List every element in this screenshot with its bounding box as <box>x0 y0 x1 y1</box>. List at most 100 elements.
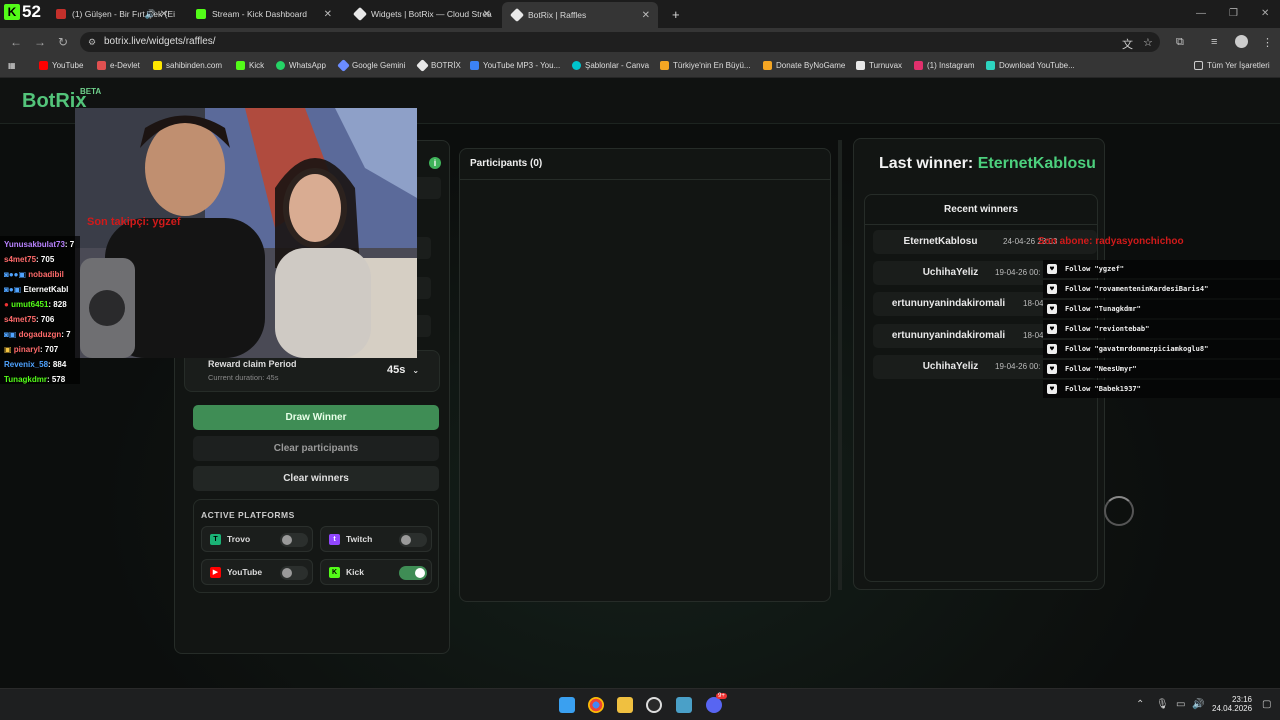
clear-participants-button[interactable]: Clear participants <box>193 436 439 461</box>
obs-icon[interactable] <box>646 697 662 713</box>
chrome-icon[interactable] <box>588 697 604 713</box>
bookmark-youtube-mp3[interactable]: YouTube MP3 - You... <box>470 61 560 70</box>
bookmark-botrix[interactable]: BOTRİX <box>416 59 461 72</box>
network-icon[interactable]: ▭ <box>1176 699 1185 710</box>
whatsapp-icon <box>276 61 285 70</box>
last-follower-overlay: Son takipçi: ygzef <box>87 216 181 228</box>
extensions-icon[interactable]: ⧉ <box>1176 36 1184 49</box>
badge-icon: ◙▣ <box>4 330 19 339</box>
microphone-icon[interactable]: 🎙 <box>1156 699 1169 710</box>
translate-icon[interactable]: 文 <box>1122 36 1133 52</box>
gemini-icon <box>337 59 350 72</box>
bookmark-whatsapp[interactable]: WhatsApp <box>276 61 326 70</box>
notifications-icon[interactable]: ▢ <box>1262 699 1271 710</box>
chat-line: ▣ pinaryl: 707 <box>4 345 58 354</box>
follow-text: Follow "NeesUmyr" <box>1065 365 1137 373</box>
url-input[interactable]: ⚙ botrix.live/widgets/raffles/ <box>80 32 1160 52</box>
bookmark-turnuvax[interactable]: Turnuvax <box>856 61 902 70</box>
bookmark-canva[interactable]: Şablonlar - Canva <box>572 61 649 70</box>
tab-kick-dashboard[interactable]: Stream - Kick Dashboard ✕ <box>186 3 340 25</box>
apps-grid-icon[interactable]: ▦ <box>8 61 16 70</box>
bookmark-download-youtube[interactable]: Download YouTube... <box>986 61 1075 70</box>
bookmark-youtube[interactable]: YouTube <box>39 61 83 70</box>
forward-icon[interactable]: → <box>34 35 46 49</box>
bookmark-star-icon[interactable]: ☆ <box>1143 36 1153 49</box>
reload-icon[interactable]: ↻ <box>58 35 68 49</box>
clear-winners-button[interactable]: Clear winners <box>193 466 439 491</box>
all-bookmarks[interactable]: Tüm Yer İşaretleri <box>1194 61 1270 70</box>
follow-text: Follow "Babek1937" <box>1065 385 1141 393</box>
draw-winner-button[interactable]: Draw Winner <box>193 405 439 430</box>
recent-winners-title: Recent winners <box>944 204 1018 215</box>
bookmark-label: Türkiye'nin En Büyü... <box>673 61 751 70</box>
chat-value: : 7 <box>61 330 71 339</box>
windows-start-icon[interactable] <box>559 697 575 713</box>
bookmark-instagram[interactable]: (1) Instagram <box>914 61 975 70</box>
bookmark-edevlet[interactable]: e-Devlet <box>97 61 140 70</box>
follow-text: Follow "reviontebab" <box>1065 325 1150 333</box>
info-icon[interactable]: i <box>429 157 441 169</box>
bookmark-label: e-Devlet <box>110 61 140 70</box>
profile-avatar[interactable] <box>1235 35 1248 48</box>
minimize-icon[interactable]: — <box>1196 8 1206 19</box>
tab-title: Stream - Kick Dashboard <box>212 9 307 19</box>
back-icon[interactable]: ← <box>10 35 22 49</box>
window-close-icon[interactable]: ✕ <box>1261 8 1269 19</box>
kick-toggle[interactable] <box>399 566 427 580</box>
winner-date: 18-04 <box>1023 331 1044 340</box>
address-bar-row: ← → ↻ ⚙ botrix.live/widgets/raffles/ 文 ☆… <box>0 28 1280 56</box>
close-icon[interactable]: ✕ <box>324 9 332 20</box>
bookmark-sahibinden[interactable]: sahibinden.com <box>153 61 222 70</box>
mp3-icon <box>470 61 479 70</box>
bynogame-icon <box>763 61 772 70</box>
discord-icon[interactable] <box>706 697 722 713</box>
tab-botrix-raffles[interactable]: BotRix | Raffles ✕ <box>502 2 658 28</box>
heart-icon: ♥ <box>1047 384 1057 394</box>
clock[interactable]: 23:16 24.04.2026 <box>1212 695 1252 713</box>
tray-chevron-icon[interactable]: ⌃ <box>1136 699 1144 710</box>
chat-line: ◙●●▣ nobadibil <box>4 270 64 279</box>
volume-icon[interactable]: 🔊 <box>1192 699 1204 710</box>
youtube-toggle[interactable] <box>280 566 308 580</box>
tab-botrix-widgets[interactable]: Widgets | BotRix — Cloud Strea ✕ <box>345 3 499 25</box>
maximize-icon[interactable]: ❐ <box>1229 8 1238 19</box>
winner-date: 19-04-26 00: <box>995 268 1041 277</box>
follow-text: Follow "Tunagkdmr" <box>1065 305 1141 313</box>
close-icon[interactable]: ✕ <box>160 9 168 20</box>
chat-value: : 828 <box>48 300 67 309</box>
bookmark-turkiye[interactable]: Türkiye'nin En Büyü... <box>660 61 751 70</box>
heart-icon: ♥ <box>1047 284 1057 294</box>
webcam-overlay: Son takipçi: ygzef <box>75 108 417 358</box>
app-icon[interactable] <box>676 697 692 713</box>
discord-badge: 9+ <box>716 693 727 699</box>
reward-claim-select[interactable]: 45s ⌄ <box>387 364 419 376</box>
follow-alert: ♥ Follow "reviontebab" <box>1043 320 1280 338</box>
follow-alert: ♥ Follow "ygzef" <box>1043 260 1280 278</box>
close-icon[interactable]: ✕ <box>483 9 491 20</box>
site-info-icon[interactable]: ⚙ <box>88 32 96 52</box>
speaker-icon[interactable]: 🔊 <box>145 9 156 20</box>
menu-dots-icon[interactable]: ⋮ <box>1262 36 1273 49</box>
platform-trovo: T Trovo <box>201 526 313 552</box>
new-tab-button[interactable]: + <box>662 3 682 25</box>
bookmark-label: Donate ByNoGame <box>776 61 846 70</box>
chat-value: : 7 <box>64 240 75 249</box>
chat-value: : 705 <box>36 255 55 264</box>
twitch-toggle[interactable] <box>399 533 427 547</box>
bookmark-kick[interactable]: Kick <box>236 61 264 70</box>
bookmark-gemini[interactable]: Google Gemini <box>337 59 405 72</box>
bookmark-label: Kick <box>249 61 265 70</box>
bookmark-bynogame[interactable]: Donate ByNoGame <box>763 61 845 70</box>
kick-icon: K <box>329 566 340 578</box>
chat-user: Yunusakbulat73 <box>4 240 65 249</box>
chat-line: s4met75: 705 <box>4 255 54 264</box>
file-explorer-icon[interactable] <box>617 697 633 713</box>
trovo-toggle[interactable] <box>280 533 308 547</box>
close-icon[interactable]: ✕ <box>642 10 650 21</box>
bookmark-label: Download YouTube... <box>999 61 1075 70</box>
bookmark-label: WhatsApp <box>289 61 326 70</box>
chat-user: s4met75 <box>4 315 37 324</box>
tab-youtube[interactable]: (1) Gülşen - Bir Fırt Çek (Ei 🔊 ✕ <box>46 3 176 25</box>
last-winner-name: EternetKablosu <box>977 155 1096 172</box>
reading-list-icon[interactable]: ≡ <box>1211 36 1217 48</box>
